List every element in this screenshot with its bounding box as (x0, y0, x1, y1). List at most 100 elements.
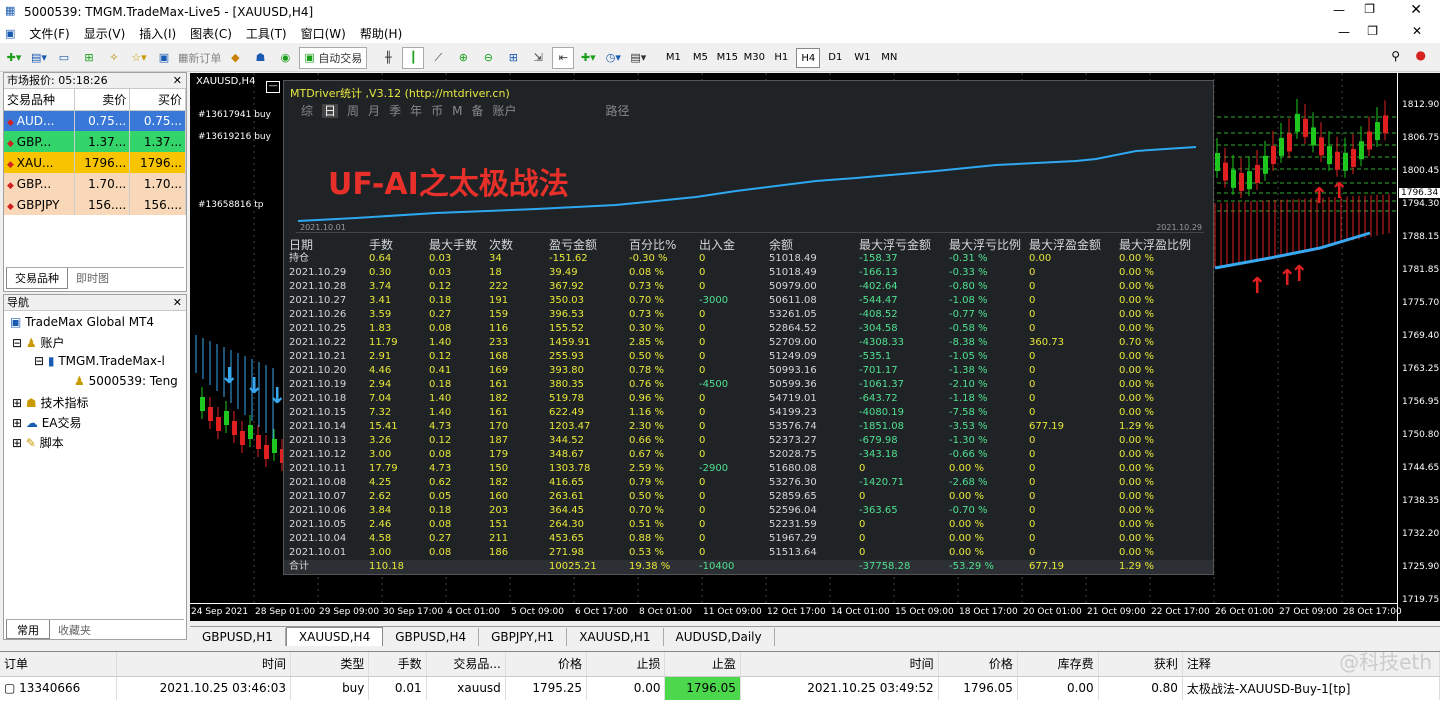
notifications-icon[interactable]: ● (1416, 48, 1426, 62)
stats-tab[interactable]: 周 (347, 104, 359, 118)
stats-tab[interactable]: M (452, 104, 462, 118)
orders-header-cell[interactable]: 止损 (586, 652, 666, 677)
auto-trade-button[interactable]: ▣ 自动交易 (299, 46, 368, 69)
profiles-icon[interactable]: ▤▾ (28, 47, 50, 69)
col-ask[interactable]: 买价 (129, 89, 186, 111)
menu-window[interactable]: 窗口(W) (301, 25, 346, 42)
tf-h4[interactable]: H4 (796, 47, 821, 68)
menu-view[interactable]: 显示(V) (84, 25, 126, 42)
periods-icon[interactable]: ◷▾ (602, 47, 624, 69)
zoom-in-icon[interactable]: ⊕ (452, 47, 474, 69)
tf-m5[interactable]: M5 (688, 48, 712, 68)
metaeditor-icon[interactable]: ◆ (224, 47, 246, 69)
chart-tab[interactable]: XAUUSD,H1 (567, 628, 664, 646)
orders-header-cell[interactable]: 交易品... (426, 652, 506, 677)
zoom-out-icon[interactable]: ⊖ (477, 47, 499, 69)
stats-tab[interactable]: 备 (471, 104, 483, 118)
col-symbol[interactable]: 交易品种 (4, 89, 75, 111)
indicators-icon[interactable]: ✚▾ (577, 47, 599, 69)
tester-icon[interactable]: ▣ (153, 47, 175, 69)
tab-favorites[interactable]: 收藏夹 (50, 620, 99, 639)
orders-header-cell[interactable]: 获利 (1098, 652, 1183, 677)
menu-insert[interactable]: 插入(I) (139, 25, 176, 42)
expand-icon[interactable]: ⊞ (12, 396, 22, 410)
tab-common[interactable]: 常用 (6, 620, 50, 639)
menu-help[interactable]: 帮助(H) (360, 25, 402, 42)
chart-tab[interactable]: AUDUSD,Daily (664, 628, 775, 646)
chart-tab[interactable]: GBPUSD,H4 (383, 628, 480, 646)
stats-tab[interactable]: 币 (431, 104, 443, 118)
new-chart-icon[interactable]: ✚▾ (3, 47, 25, 69)
signals-icon[interactable]: ☗ (249, 47, 271, 69)
order-row[interactable]: ▢ 13340666 2021.10.25 03:46:03 buy 0.01 xauu… (0, 676, 1440, 700)
tab-symbols[interactable]: 交易品种 (6, 268, 68, 289)
orders-header-cell[interactable]: 手数 (368, 652, 427, 677)
expand-icon[interactable]: ⊞ (12, 416, 22, 430)
stats-tab[interactable]: 账户 (492, 104, 516, 118)
orders-header-cell[interactable]: 类型 (290, 652, 370, 677)
close-icon[interactable]: ✕ (1410, 2, 1422, 18)
minimize-icon[interactable]: — (1333, 3, 1345, 17)
expand-icon[interactable]: ⊞ (12, 436, 22, 450)
tf-m1[interactable]: M1 (661, 48, 685, 68)
mdi-close-icon[interactable]: ✕ (1412, 24, 1422, 38)
bar-chart-icon[interactable]: ╫ (377, 47, 399, 69)
market-watch-row[interactable]: ◆ GBPJPY 156.... 156.... (4, 194, 186, 215)
nav-root[interactable]: ▣ TradeMax Global MT4 (10, 315, 154, 329)
orders-header-cell[interactable]: 订单 (0, 652, 118, 677)
tab-tick-chart[interactable]: 即时图 (68, 268, 117, 289)
line-chart-icon[interactable]: ⟋ (427, 47, 449, 69)
new-order-button[interactable]: ▦ 新订单 (178, 47, 221, 69)
navigator-icon[interactable]: ✧ (103, 47, 125, 69)
nav-experts[interactable]: ⊞ ☁ EA交易 (12, 414, 82, 431)
market-watch-icon[interactable]: ▭ (53, 47, 75, 69)
stats-dialog[interactable]: MTDriver统计 ,V3.12 (http://mtdriver.cn) —… (266, 80, 1214, 575)
orders-header-cell[interactable]: 价格 (505, 652, 588, 677)
candlestick-icon[interactable]: ┃ (402, 46, 425, 69)
stats-tab[interactable]: 路径 (606, 104, 630, 118)
autoscroll-icon[interactable]: ⇲ (527, 47, 549, 69)
templates-icon[interactable]: ▤▾ (627, 47, 649, 69)
tf-m30[interactable]: M30 (742, 48, 766, 68)
market-watch-row[interactable]: ◆ GBP... 1.37... 1.37... (4, 131, 186, 152)
orders-header-cell[interactable]: 时间 (740, 652, 939, 677)
tf-w1[interactable]: W1 (850, 48, 874, 68)
stats-tab[interactable]: 综 (301, 104, 313, 118)
nav-account[interactable]: ♟ 5000539: Teng (74, 374, 178, 388)
data-window-icon[interactable]: ⊞ (78, 47, 100, 69)
nav-server[interactable]: ⊟ ▮ TMGM.TradeMax-l (34, 354, 165, 368)
orders-header-cell[interactable]: 价格 (938, 652, 1018, 677)
chart-tab[interactable]: XAUUSD,H4 (285, 627, 384, 646)
stats-tab[interactable]: 月 (368, 104, 380, 118)
terminal-icon[interactable]: ☆▾ (128, 47, 150, 69)
restore-icon[interactable]: ❐ (1364, 2, 1375, 16)
market-watch-row[interactable]: ◆ GBP... 1.70... 1.70... (4, 173, 186, 194)
stats-tab[interactable]: 日 (322, 104, 339, 118)
chart-shift-icon[interactable]: ⇤ (552, 46, 575, 69)
orders-header-cell[interactable]: 时间 (116, 652, 291, 677)
tf-mn[interactable]: MN (877, 48, 901, 68)
collapse-icon[interactable]: ⊟ (34, 354, 44, 368)
chart-tab[interactable]: GBPJPY,H1 (479, 628, 568, 646)
close-icon[interactable]: ✕ (173, 73, 182, 89)
close-icon[interactable]: ✕ (173, 295, 182, 311)
mdi-restore-icon[interactable]: ❐ (1367, 24, 1378, 38)
menu-charts[interactable]: 图表(C) (190, 25, 232, 42)
nav-scripts[interactable]: ⊞ ✎ 脚本 (12, 434, 64, 451)
stats-tab[interactable]: 年 (410, 104, 422, 118)
orders-header-cell[interactable]: 库存费 (1017, 652, 1099, 677)
stats-tab[interactable]: 季 (389, 104, 401, 118)
menu-file[interactable]: 文件(F) (29, 25, 69, 42)
collapse-icon[interactable]: ⊟ (12, 336, 22, 350)
market-watch-row[interactable]: ◆ XAU... 1796... 1796... (4, 152, 186, 173)
chart-tab[interactable]: GBPUSD,H1 (190, 628, 286, 646)
col-bid[interactable]: 卖价 (74, 89, 131, 111)
market-watch-row[interactable]: ◆ AUD... 0.75... 0.75... (4, 110, 186, 131)
tf-m15[interactable]: M15 (715, 48, 739, 68)
nav-accounts[interactable]: ⊟ ♟ 账户 (12, 334, 65, 351)
mdi-minimize-icon[interactable]: — (1338, 25, 1350, 39)
market-icon[interactable]: ◉ (274, 47, 296, 69)
tf-d1[interactable]: D1 (823, 48, 847, 68)
nav-indicators[interactable]: ⊞ ☗ 技术指标 (12, 394, 89, 411)
tf-h1[interactable]: H1 (769, 48, 793, 68)
